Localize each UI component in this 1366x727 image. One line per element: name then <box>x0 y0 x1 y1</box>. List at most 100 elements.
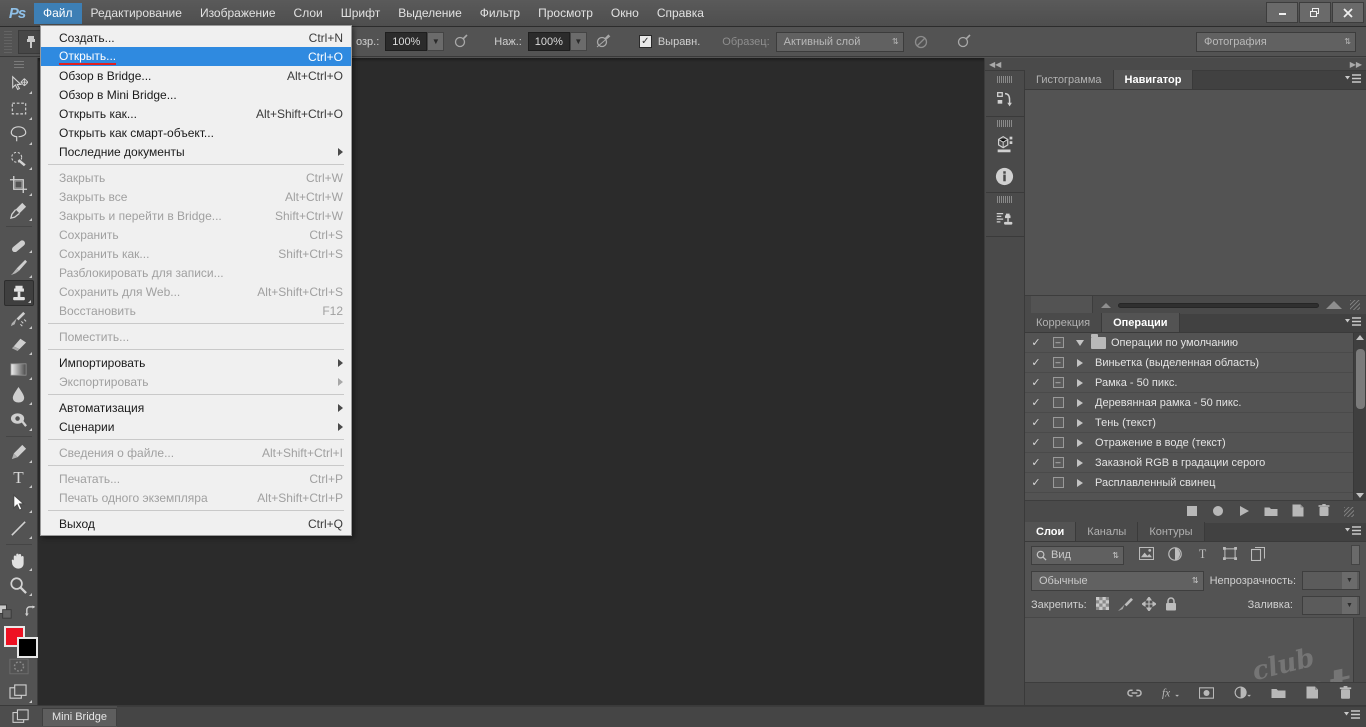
file-menu-item[interactable]: Импортировать <box>41 353 351 372</box>
navigator-zoom-field[interactable] <box>1031 295 1093 315</box>
file-menu-item[interactable]: Открыть как... Alt+Shift+Ctrl+O <box>41 104 351 123</box>
action-toggle-checkbox[interactable]: ✓ <box>1025 476 1047 489</box>
action-expander[interactable] <box>1069 478 1091 487</box>
file-menu-item[interactable]: Открыть... Ctrl+O <box>41 47 351 66</box>
layers-tab-1[interactable]: Каналы <box>1076 522 1139 541</box>
quick-mask-toggle[interactable] <box>4 654 34 679</box>
actions-tab-0[interactable]: Коррекция <box>1025 313 1103 332</box>
action-row[interactable]: ✓ Отражение в воде (текст) <box>1025 433 1353 453</box>
opacity-dropdown-icon[interactable]: ▼ <box>427 32 445 51</box>
action-dialog-toggle[interactable]: – <box>1047 357 1069 368</box>
lock-transparency-icon[interactable] <box>1095 597 1109 613</box>
ignore-adjustment-layers-icon[interactable] <box>910 31 932 53</box>
layers-panel-menu-icon[interactable] <box>1345 526 1361 540</box>
file-menu-dropdown[interactable]: Создать... Ctrl+N Открыть... Ctrl+O Обзор в … <box>40 25 352 536</box>
action-expander[interactable] <box>1069 458 1091 467</box>
action-toggle-checkbox[interactable]: ✓ <box>1025 336 1047 349</box>
action-dialog-toggle[interactable] <box>1047 437 1069 448</box>
zoom-in-icon[interactable] <box>1326 301 1342 309</box>
airbrush-icon[interactable] <box>593 31 615 53</box>
action-row[interactable]: ✓ Расплавленный свинец <box>1025 473 1353 493</box>
scroll-thumb[interactable] <box>1356 349 1365 409</box>
action-expander[interactable] <box>1069 339 1091 346</box>
3d-panel-icon[interactable] <box>986 128 1024 160</box>
action-dialog-toggle[interactable] <box>1047 397 1069 408</box>
opacity-value[interactable]: 100% <box>385 32 428 51</box>
file-menu-item[interactable]: Автоматизация <box>41 398 351 417</box>
resize-grip-icon[interactable] <box>1344 507 1354 517</box>
flow-control[interactable]: 100% ▼ <box>527 32 587 51</box>
lock-all-icon[interactable] <box>1165 596 1177 614</box>
new-set-icon[interactable] <box>1264 505 1278 520</box>
action-dialog-toggle[interactable] <box>1047 417 1069 428</box>
close-button[interactable] <box>1332 2 1364 23</box>
history-brush-tool[interactable] <box>4 306 34 331</box>
file-menu-item[interactable]: Сценарии <box>41 417 351 436</box>
menu-item-1[interactable]: Редактирование <box>82 3 191 24</box>
adjustment-layer-icon[interactable] <box>1234 686 1251 702</box>
stop-icon[interactable] <box>1186 505 1198 520</box>
history-panel-icon[interactable] <box>986 84 1024 116</box>
blur-tool[interactable] <box>4 382 34 407</box>
action-expander[interactable] <box>1069 398 1091 407</box>
action-toggle-checkbox[interactable]: ✓ <box>1025 436 1047 449</box>
file-menu-item[interactable]: Создать... Ctrl+N <box>41 28 351 47</box>
pen-tool[interactable] <box>4 439 34 464</box>
new-action-icon[interactable] <box>1292 504 1304 520</box>
status-screen-mode-icon[interactable] <box>6 706 36 727</box>
action-expander[interactable] <box>1069 438 1091 447</box>
navigator-panel-menu-icon[interactable] <box>1345 74 1361 88</box>
layer-opacity-dropdown-icon[interactable]: ▼ <box>1342 572 1357 589</box>
scroll-down-arrow-icon[interactable] <box>1356 493 1364 498</box>
file-menu-item[interactable]: Обзор в Mini Bridge... <box>41 85 351 104</box>
action-dialog-toggle[interactable] <box>1047 477 1069 488</box>
eyedropper-tool[interactable] <box>4 198 34 223</box>
record-icon[interactable] <box>1212 505 1224 520</box>
lock-position-icon[interactable] <box>1140 595 1157 614</box>
action-toggle-checkbox[interactable]: ✓ <box>1025 376 1047 389</box>
opacity-control[interactable]: 100% ▼ <box>385 32 445 51</box>
menu-item-6[interactable]: Фильтр <box>471 3 529 24</box>
zoom-out-icon[interactable] <box>1101 302 1111 308</box>
menu-item-8[interactable]: Окно <box>602 3 648 24</box>
delete-layer-icon[interactable] <box>1339 685 1352 703</box>
restore-button[interactable] <box>1299 2 1331 23</box>
default-colors-icon[interactable] <box>0 602 17 622</box>
menu-item-7[interactable]: Просмотр <box>529 3 602 24</box>
layer-filter-select[interactable]: Вид ⇅ <box>1031 545 1124 565</box>
dodge-tool[interactable] <box>4 407 34 432</box>
navigator-preview[interactable] <box>1025 90 1366 295</box>
file-menu-item[interactable]: Обзор в Bridge... Alt+Ctrl+O <box>41 66 351 85</box>
collapse-panels-icon[interactable]: ◀◀ <box>989 60 1001 69</box>
zoom-slider-track[interactable] <box>1118 302 1319 308</box>
opacity-pressure-icon[interactable] <box>450 31 472 53</box>
resize-grip-icon[interactable] <box>1350 300 1360 310</box>
screen-mode-toggle[interactable] <box>4 680 34 705</box>
gradient-tool[interactable] <box>4 357 34 382</box>
sample-select[interactable]: Активный слой ⇅ <box>775 31 904 52</box>
minimize-button[interactable] <box>1266 2 1298 23</box>
blend-mode-select[interactable]: Обычные ⇅ <box>1031 570 1204 591</box>
clone-source-panel-icon[interactable] <box>986 204 1024 236</box>
layer-opacity-field[interactable]: ▼ <box>1302 571 1360 590</box>
action-toggle-checkbox[interactable]: ✓ <box>1025 356 1047 369</box>
menu-item-0[interactable]: Файл <box>34 2 82 24</box>
crop-tool[interactable] <box>4 172 34 197</box>
rectangular-marquee-tool[interactable] <box>4 96 34 121</box>
file-menu-item[interactable]: Последние документы <box>41 142 351 161</box>
adjustment-filter-icon[interactable] <box>1168 546 1182 564</box>
tablet-pressure-icon[interactable] <box>954 31 976 53</box>
clone-stamp-tool[interactable] <box>3 280 34 306</box>
options-bar-grip[interactable] <box>4 30 12 53</box>
actions-tab-1[interactable]: Операции <box>1102 313 1180 332</box>
move-tool[interactable] <box>4 71 34 96</box>
navigator-tab-0[interactable]: Гистограмма <box>1025 70 1114 89</box>
shape-filter-icon[interactable] <box>1223 547 1237 563</box>
fx-icon[interactable]: fx <box>1162 686 1179 702</box>
zoom-tool[interactable] <box>4 573 34 598</box>
info-panel-icon[interactable] <box>986 160 1024 192</box>
healing-brush-tool[interactable] <box>4 230 34 255</box>
smart-object-filter-icon[interactable] <box>1250 546 1266 564</box>
line-shape-tool[interactable] <box>4 515 34 540</box>
action-row[interactable]: ✓ – Операции по умолчанию <box>1025 333 1353 353</box>
